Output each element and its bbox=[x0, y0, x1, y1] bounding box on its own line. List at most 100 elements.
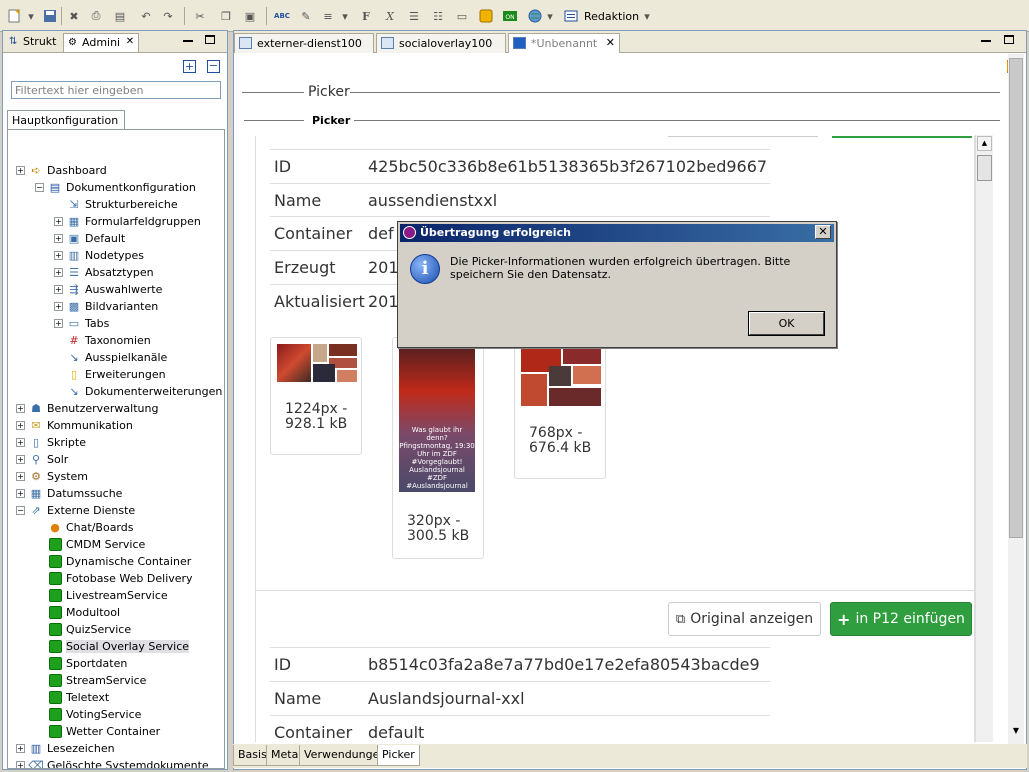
insert-p12-button[interactable]: + in P12 einfügen bbox=[830, 602, 972, 636]
tree-item[interactable]: ↘ Dokumenterweiterungen bbox=[54, 383, 222, 400]
paste-icon[interactable]: ▣ bbox=[242, 8, 258, 24]
expand-icon[interactable]: + bbox=[16, 455, 25, 464]
tree-item[interactable]: ↘ Ausspielkanäle bbox=[54, 349, 167, 366]
save-icon[interactable] bbox=[42, 8, 58, 24]
image-thumbnail[interactable]: 768px - 676.4 kB bbox=[514, 337, 606, 479]
tree-item[interactable]: ▯ Erweiterungen bbox=[54, 366, 166, 383]
tree-item[interactable]: − ⇗ Externe Dienste bbox=[16, 502, 135, 519]
tree-item[interactable]: Dynamische Container bbox=[35, 553, 191, 570]
delete-icon[interactable]: ✖ bbox=[66, 8, 82, 24]
expand-icon[interactable]: + bbox=[54, 251, 63, 260]
tree-item[interactable]: Social Overlay Service bbox=[35, 638, 190, 655]
expand-icon[interactable]: + bbox=[16, 166, 25, 175]
tree-item[interactable]: LivestreamService bbox=[35, 587, 168, 604]
tree-item[interactable]: + ✉ Kommunikation bbox=[16, 417, 133, 434]
align-dropdown-icon[interactable]: ▾ bbox=[340, 8, 350, 24]
tree-item[interactable]: + ➪ Dashboard bbox=[16, 162, 107, 179]
original-anzeigen-button[interactable]: ⧉ Original anzeigen bbox=[668, 602, 821, 636]
new-document-icon[interactable] bbox=[6, 8, 22, 24]
tree-item[interactable]: + ⌫ Gelöschte Systemdokumente bbox=[16, 757, 209, 768]
tree-item[interactable]: Modultool bbox=[35, 604, 120, 621]
expand-icon[interactable]: + bbox=[16, 489, 25, 498]
tree-item[interactable]: + ☰ Absatztypen bbox=[54, 264, 154, 281]
bullet-list-icon[interactable]: ☰ bbox=[406, 8, 422, 24]
filter-input[interactable]: Filtertext hier eingeben bbox=[11, 81, 221, 99]
expand-icon[interactable]: + bbox=[16, 744, 25, 753]
expand-icon[interactable]: + bbox=[54, 319, 63, 328]
tree-item[interactable]: QuizService bbox=[35, 621, 131, 638]
maximize-icon[interactable] bbox=[1004, 35, 1014, 44]
redo-icon[interactable]: ↷ bbox=[160, 8, 176, 24]
image-thumbnail[interactable]: 1224px - 928.1 kB bbox=[270, 337, 362, 455]
tab-hauptkonfiguration[interactable]: Hauptkonfiguration bbox=[7, 110, 125, 130]
maximize-icon[interactable] bbox=[205, 35, 215, 44]
minimize-icon[interactable] bbox=[183, 40, 193, 42]
close-icon[interactable]: ✕ bbox=[126, 36, 134, 47]
undo-icon[interactable]: ↶ bbox=[138, 8, 154, 24]
tree-item[interactable]: + ☗ Benutzerverwaltung bbox=[16, 400, 158, 417]
collapse-icon[interactable]: − bbox=[16, 506, 25, 515]
tree-item[interactable]: + ⚲ Solr bbox=[16, 451, 68, 468]
tree-item[interactable]: VotingService bbox=[35, 706, 141, 723]
expand-all-icon[interactable]: + bbox=[183, 60, 196, 73]
tab-socialoverlay100[interactable]: socialoverlay100 bbox=[376, 33, 506, 53]
clear-format-icon[interactable]: X bbox=[382, 8, 398, 24]
collapse-all-icon[interactable]: − bbox=[207, 60, 220, 73]
expand-icon[interactable]: + bbox=[54, 217, 63, 226]
tree-item[interactable]: Sportdaten bbox=[35, 655, 127, 672]
frame-icon[interactable]: ▭ bbox=[454, 8, 470, 24]
close-icon[interactable]: ✕ bbox=[606, 36, 615, 49]
expand-icon[interactable]: + bbox=[54, 285, 63, 294]
tab-admini[interactable]: ⚙ Admini ✕ bbox=[63, 33, 140, 52]
bold-icon[interactable]: F bbox=[358, 8, 374, 24]
pen-icon[interactable]: ✎ bbox=[298, 8, 314, 24]
tree-item[interactable]: ⇲ Strukturbereiche bbox=[54, 196, 177, 213]
close-icon[interactable]: ✕ bbox=[815, 225, 831, 239]
expand-icon[interactable]: + bbox=[54, 302, 63, 311]
tree-item[interactable]: Fotobase Web Delivery bbox=[35, 570, 193, 587]
note-icon[interactable] bbox=[478, 8, 494, 24]
tree-item[interactable]: CMDM Service bbox=[35, 536, 145, 553]
tree-item[interactable]: + ▥ Lesezeichen bbox=[16, 740, 115, 757]
tree-item[interactable]: + ▥ Nodetypes bbox=[54, 247, 144, 264]
tree-item[interactable]: Teletext bbox=[35, 689, 109, 706]
collapse-icon[interactable]: − bbox=[35, 183, 44, 192]
print-icon[interactable]: ⎙ bbox=[88, 8, 104, 24]
tree-item[interactable]: Wetter Container bbox=[35, 723, 160, 740]
minimize-icon[interactable] bbox=[981, 40, 991, 42]
tab-unbenannt[interactable]: *Unbenannt ✕ bbox=[508, 33, 620, 53]
vertical-scrollbar[interactable]: ▲ bbox=[975, 135, 993, 742]
tree-item[interactable]: + ⚙ System bbox=[16, 468, 88, 485]
tab-strukt[interactable]: ⇅ Strukt bbox=[5, 33, 60, 52]
dialog-titlebar[interactable]: Übertragung erfolgreich bbox=[400, 224, 834, 242]
expand-icon[interactable]: + bbox=[16, 404, 25, 413]
expand-icon[interactable]: + bbox=[16, 472, 25, 481]
ok-button[interactable]: OK bbox=[748, 311, 825, 336]
tree-item[interactable]: + ▦ Datumssuche bbox=[16, 485, 122, 502]
redaktion-dropdown-icon[interactable]: ▾ bbox=[642, 8, 652, 24]
expand-icon[interactable]: + bbox=[16, 761, 25, 768]
numbered-list-icon[interactable]: ☷ bbox=[430, 8, 446, 24]
align-icon[interactable]: ≡ bbox=[320, 8, 336, 24]
tree-item[interactable]: − ▤ Dokumentkonfiguration bbox=[35, 179, 196, 196]
scroll-up-icon[interactable]: ▲ bbox=[977, 136, 992, 151]
new-dropdown-icon[interactable]: ▾ bbox=[26, 8, 36, 24]
tab-meta[interactable]: Meta bbox=[266, 745, 304, 766]
tree-item[interactable]: + ▦ Formularfeldgruppen bbox=[54, 213, 201, 230]
cut-icon[interactable]: ✂ bbox=[192, 8, 208, 24]
redaktion-label[interactable]: Redaktion bbox=[584, 10, 639, 23]
expand-icon[interactable]: + bbox=[54, 234, 63, 243]
tree-item[interactable]: StreamService bbox=[35, 672, 146, 689]
preview-icon[interactable]: ▤ bbox=[112, 8, 128, 24]
outer-scrollbar[interactable]: ▼ bbox=[1008, 54, 1024, 744]
online-icon[interactable]: ON bbox=[502, 8, 518, 24]
scroll-down-icon[interactable]: ▼ bbox=[1009, 724, 1023, 738]
expand-icon[interactable]: + bbox=[16, 438, 25, 447]
expand-icon[interactable]: + bbox=[16, 421, 25, 430]
tab-externer-dienst100[interactable]: externer-dienst100 bbox=[234, 33, 374, 53]
tree-item[interactable]: + ▭ Tabs bbox=[54, 315, 109, 332]
tree-item[interactable]: + ⇶ Auswahlwerte bbox=[54, 281, 162, 298]
expand-icon[interactable]: + bbox=[54, 268, 63, 277]
tree-item[interactable]: ● Chat/Boards bbox=[35, 519, 133, 536]
tree-item[interactable]: + ▯ Skripte bbox=[16, 434, 86, 451]
